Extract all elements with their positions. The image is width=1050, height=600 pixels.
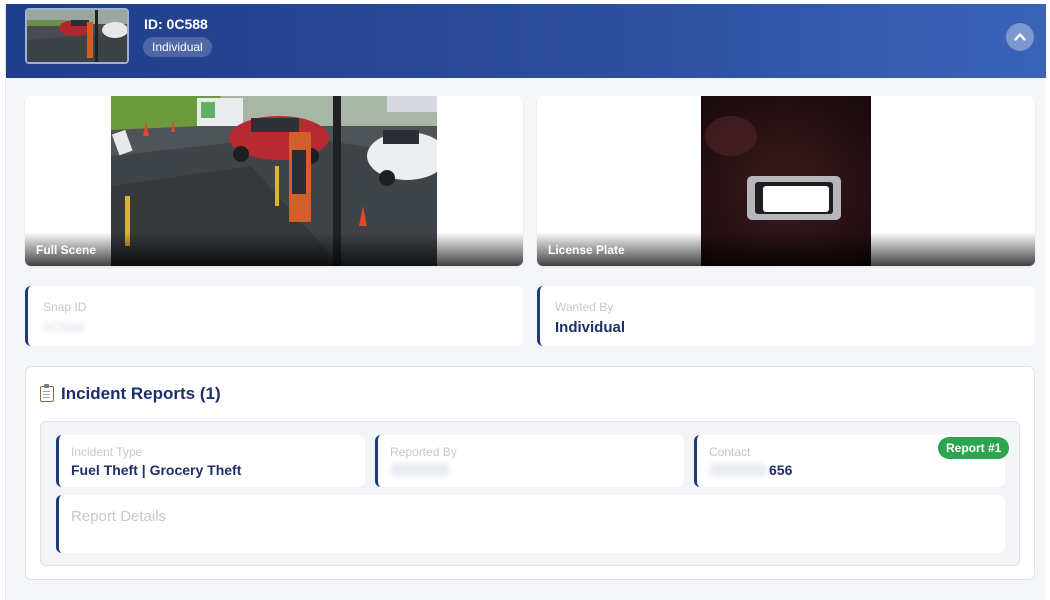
snap-id-label: Snap ID <box>43 300 87 314</box>
contact-label: Contact <box>709 445 751 459</box>
incident-type-label: Incident Type <box>71 445 143 459</box>
license-plate-caption: License Plate <box>548 243 625 257</box>
alert-detail-panel: ID: 0C588 Individual Full Scene License … <box>5 4 1046 600</box>
contact-value-redacted <box>709 463 767 477</box>
full-scene-card[interactable]: Full Scene <box>25 96 523 266</box>
license-plate-card[interactable]: License Plate <box>537 96 1035 266</box>
report-card: Incident Type Fuel Theft | Grocery Theft… <box>40 421 1020 566</box>
snap-id-card: Snap ID 0C588 <box>25 286 523 346</box>
wanted-by-value: Individual <box>555 319 626 336</box>
snap-id-value: 0C588 <box>43 319 85 335</box>
report-details-label: Report Details <box>71 508 167 525</box>
record-id: ID: 0C588 <box>144 16 208 32</box>
wanted-by-card: Wanted By Individual <box>537 286 1035 346</box>
scene-thumbnail-image <box>27 10 127 62</box>
contact-value: 656 <box>769 462 793 478</box>
incident-type-value: Fuel Theft | Grocery Theft <box>71 462 242 478</box>
reported-by-field: Reported By <box>375 435 684 487</box>
type-badge: Individual <box>143 37 212 57</box>
detail-header: ID: 0C588 Individual <box>6 4 1046 78</box>
reported-by-value-redacted <box>390 463 450 477</box>
full-scene-caption: Full Scene <box>36 243 97 257</box>
chevron-up-icon <box>1014 33 1026 41</box>
reported-by-label: Reported By <box>390 445 457 459</box>
incident-reports-title-text: Incident Reports (1) <box>61 384 221 403</box>
caption-shade <box>25 232 523 266</box>
report-details-field: Report Details <box>56 495 1005 553</box>
incident-reports-title: Incident Reports (1) <box>40 384 221 404</box>
collapse-button[interactable] <box>1006 23 1034 51</box>
clipboard-icon <box>40 384 54 402</box>
scene-thumbnail[interactable] <box>25 8 129 64</box>
wanted-by-label: Wanted By <box>555 300 614 314</box>
incident-type-field: Incident Type Fuel Theft | Grocery Theft <box>56 435 365 487</box>
report-number-badge: Report #1 <box>938 437 1010 459</box>
incident-reports-panel: Incident Reports (1) Incident Type Fuel … <box>25 366 1035 580</box>
